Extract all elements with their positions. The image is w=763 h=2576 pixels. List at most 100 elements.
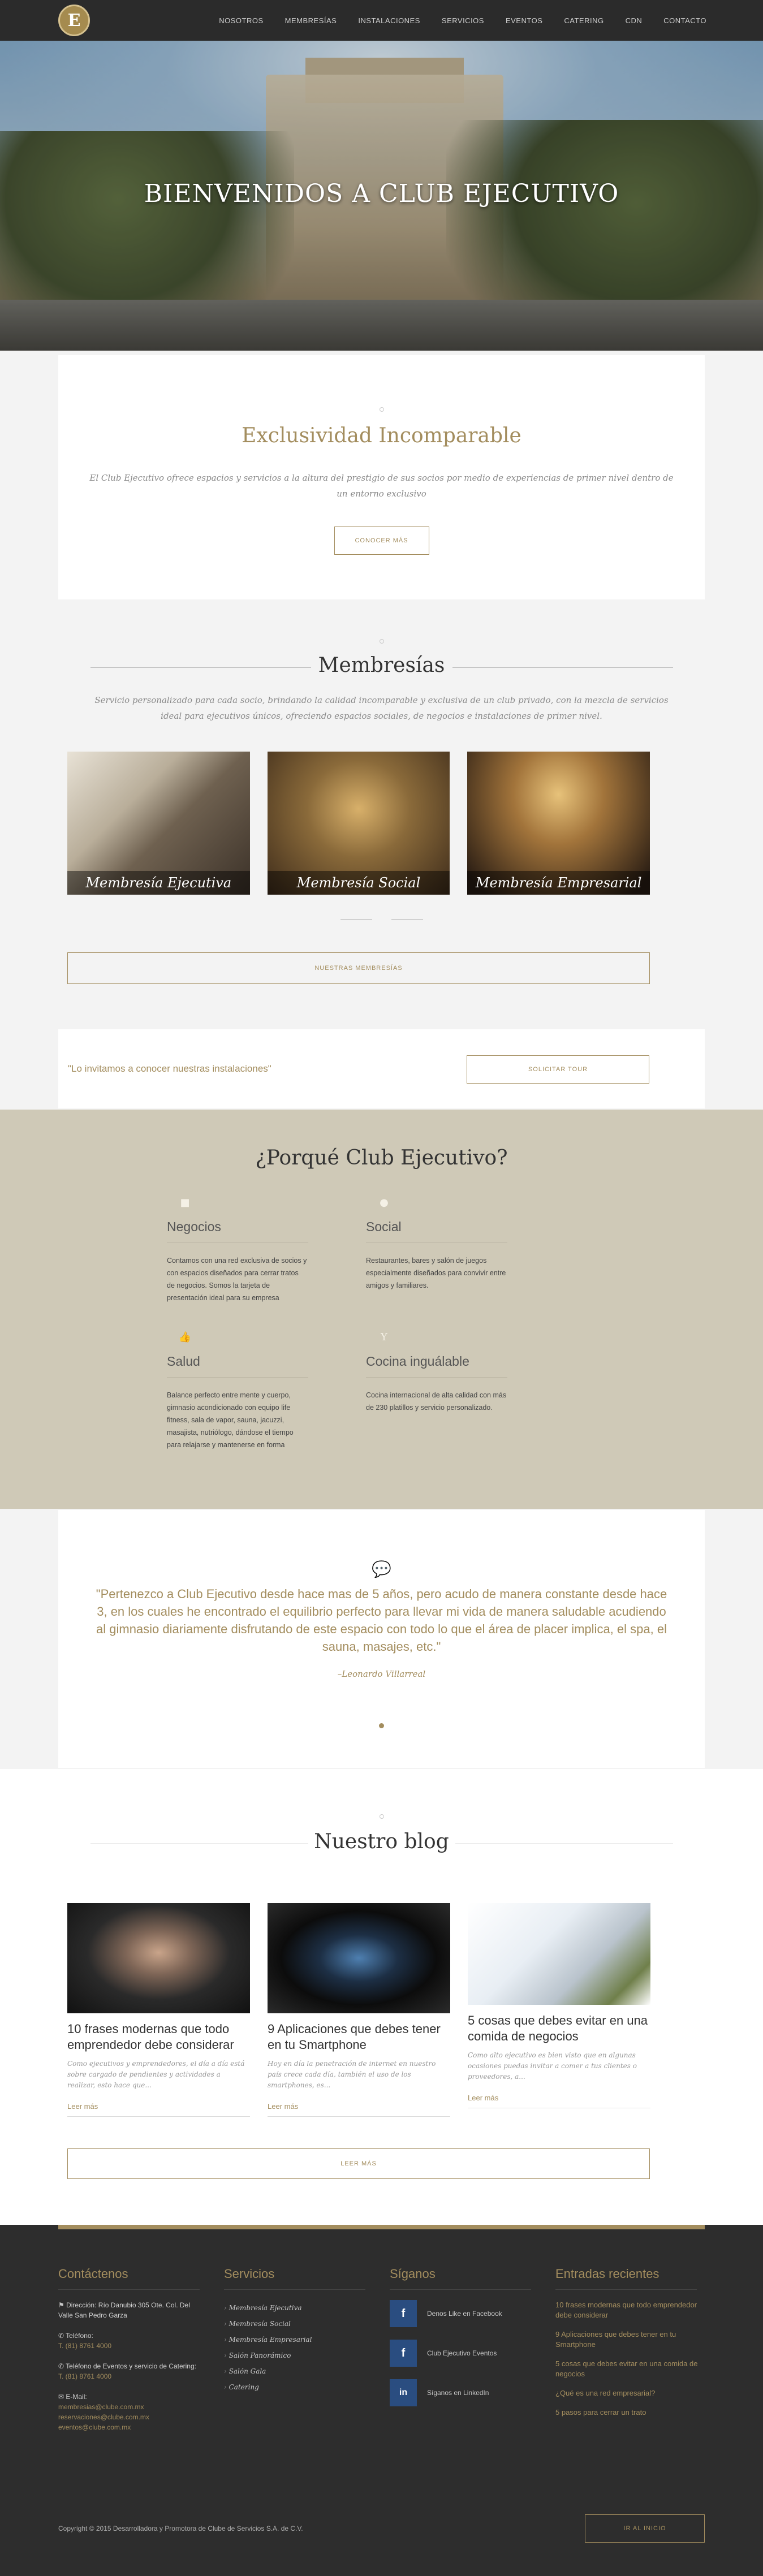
page: E NOSOTROS MEMBRESÍAS INSTALACIONES SERV… <box>0 0 763 2576</box>
services-list: Membresía Ejecutiva Membresía Social Mem… <box>224 2300 365 2395</box>
testimonial-quote: "Pertenezco a Club Ejecutivo desde hace … <box>96 1587 667 1654</box>
social-label: Club Ejecutivo Eventos <box>427 2349 497 2357</box>
solicitar-tour-button[interactable]: SOLICITAR TOUR <box>467 1055 649 1084</box>
hero-banner: BIENVENIDOS A CLUB EJECUTIVO <box>0 41 763 351</box>
card-caption: Membresía Ejecutiva <box>67 871 250 895</box>
feature-social: ● Social Restaurantes, bares y salón de … <box>366 1196 507 1292</box>
feature-negocios: ■ Negocios Contamos con una red exclusiv… <box>167 1196 308 1304</box>
carousel-dot[interactable] <box>379 1723 384 1728</box>
membresias-section: Membresías Servicio personalizado para c… <box>0 601 763 1029</box>
top-navbar: E NOSOTROS MEMBRESÍAS INSTALACIONES SERV… <box>0 0 763 41</box>
arrow-left-icon[interactable] <box>340 919 372 920</box>
email-link[interactable]: reservaciones@clube.com.mx <box>58 2413 149 2421</box>
recent-post-link[interactable]: 10 frases modernas que todo emprendedor … <box>555 2300 705 2320</box>
social-link[interactable]: f Denos Like en Facebook <box>390 2300 531 2327</box>
social-link[interactable]: f Club Ejecutivo Eventos <box>390 2340 531 2367</box>
porque-section: ¿Porqué Club Ejecutivo? ■ Negocios Conta… <box>0 1110 763 1509</box>
blog-post-image[interactable] <box>67 1903 250 2013</box>
nav-eventos[interactable]: EVENTOS <box>506 16 542 25</box>
services-item[interactable]: Membresía Ejecutiva <box>224 2300 365 2316</box>
divider <box>390 2289 531 2290</box>
blog-post: 10 frases modernas que todo emprendedor … <box>67 1903 250 2117</box>
email-link[interactable]: eventos@clube.com.mx <box>58 2423 131 2431</box>
blog-post-title[interactable]: 5 cosas que debes evitar en una comida d… <box>468 2013 650 2044</box>
invite-text: "Lo invitamos a conocer nuestras instala… <box>68 1063 271 1074</box>
card-membresia-ejecutiva[interactable]: Membresía Ejecutiva <box>67 752 250 895</box>
invite-section: "Lo invitamos a conocer nuestras instala… <box>58 1029 705 1108</box>
porque-title: ¿Porqué Club Ejecutivo? <box>255 1146 508 1170</box>
blog-post-title[interactable]: 9 Aplicaciones que debes tener en tu Sma… <box>268 2021 450 2053</box>
blog-post-image[interactable] <box>468 1903 650 2005</box>
read-more-link[interactable]: Leer más <box>468 2094 650 2102</box>
card-membresia-social[interactable]: Membresía Social <box>267 752 450 895</box>
feature-title: Salud <box>167 1354 200 1369</box>
recent-post-link[interactable]: ¿Qué es una red empresarial? <box>555 2388 705 2398</box>
membresias-title-row: Membresías <box>90 654 673 680</box>
nav-catering[interactable]: CATERING <box>564 16 603 25</box>
main-menu: NOSOTROS MEMBRESÍAS INSTALACIONES SERVIC… <box>219 0 706 41</box>
services-item[interactable]: Salón Gala <box>224 2363 365 2379</box>
section-dot <box>379 1814 384 1819</box>
nav-cdn[interactable]: CDN <box>626 16 643 25</box>
nuestras-membresias-button[interactable]: NUESTRAS MEMBRESÍAS <box>67 952 650 984</box>
email-link[interactable]: membresias@clube.com.mx <box>58 2403 144 2411</box>
feature-text: Contamos con una red exclusiva de socios… <box>167 1257 307 1302</box>
events-phone-value[interactable]: T. (81) 8761 4000 <box>58 2372 111 2380</box>
recent-post-link[interactable]: 9 Aplicaciones que debes tener en tu Sma… <box>555 2329 705 2350</box>
divider <box>167 1377 308 1378</box>
blog-post-excerpt: Como alto ejecutivo es bien visto que en… <box>468 2051 637 2081</box>
logo[interactable]: E <box>58 5 90 36</box>
card-membresia-empresarial[interactable]: Membresía Empresarial <box>467 752 650 895</box>
services-item[interactable]: Salón Panorámico <box>224 2348 365 2363</box>
thumbs-up-icon: 👍 <box>178 1331 192 1343</box>
services-item[interactable]: Membresía Social <box>224 2316 365 2332</box>
conocer-mas-button[interactable]: CONOCER MÁS <box>334 527 429 555</box>
blog-post-image[interactable] <box>268 1903 450 2013</box>
footer-contact: Contáctenos ⚑ Dirección: Río Danubio 305… <box>58 2267 200 2443</box>
back-to-top-button[interactable]: IR AL INICIO <box>585 2514 705 2543</box>
read-more-link[interactable]: Leer más <box>67 2102 250 2111</box>
hero-title: BIENVENIDOS A CLUB EJECUTIVO <box>144 179 619 208</box>
nav-servicios[interactable]: SERVICIOS <box>442 16 484 25</box>
phone-value[interactable]: T. (81) 8761 4000 <box>58 2342 111 2350</box>
address-text: Dirección: Río Danubio 305 Ote. Col. Del… <box>58 2301 190 2319</box>
feature-cocina: Y Cocina inguálable Cocina internacional… <box>366 1330 507 1414</box>
services-item[interactable]: Membresía Empresarial <box>224 2332 365 2348</box>
facebook-icon: f <box>390 2340 417 2367</box>
flag-icon: ⚑ <box>58 2301 67 2309</box>
feature-text: Balance perfecto entre mente y cuerpo, g… <box>167 1391 294 1449</box>
footer-email: ✉ E-Mail: membresias@clube.com.mx reserv… <box>58 2392 200 2432</box>
nav-contacto[interactable]: CONTACTO <box>663 16 706 25</box>
services-item[interactable]: Catering <box>224 2379 365 2395</box>
linkedin-icon: in <box>390 2379 417 2406</box>
feature-salud: 👍 Salud Balance perfecto entre mente y c… <box>167 1330 308 1451</box>
read-more-link[interactable]: Leer más <box>268 2102 450 2111</box>
carousel-arrows <box>0 919 763 920</box>
footer-heading: Entradas recientes <box>555 2267 659 2281</box>
divider <box>268 2116 450 2117</box>
exclusividad-title: Exclusividad Incomparable <box>242 424 521 447</box>
footer-heading: Contáctenos <box>58 2267 128 2281</box>
divider <box>58 2289 200 2290</box>
feature-title: Cocina inguálable <box>366 1354 469 1369</box>
nav-nosotros[interactable]: NOSOTROS <box>219 16 263 25</box>
feature-title: Social <box>366 1219 402 1234</box>
nav-instalaciones[interactable]: INSTALACIONES <box>358 16 420 25</box>
social-link[interactable]: in Síganos en LinkedIn <box>390 2379 531 2406</box>
blog-post-excerpt: Como ejecutivos y emprendedores, el día … <box>67 2060 245 2089</box>
divider <box>555 2289 697 2290</box>
feature-text: Cocina internacional de alta calidad con… <box>366 1391 507 1412</box>
recent-post-link[interactable]: 5 cosas que debes evitar en una comida d… <box>555 2359 705 2379</box>
section-dot <box>379 407 384 412</box>
footer-heading: Servicios <box>224 2267 275 2281</box>
facebook-icon: f <box>390 2300 417 2327</box>
phone-icon: ✆ <box>58 2362 66 2370</box>
card-caption: Membresía Empresarial <box>467 871 650 895</box>
arrow-right-icon[interactable] <box>391 919 423 920</box>
nav-membresias[interactable]: MEMBRESÍAS <box>285 16 337 25</box>
leer-mas-button[interactable]: LEER MÁS <box>67 2148 650 2179</box>
blog-post: 9 Aplicaciones que debes tener en tu Sma… <box>268 1903 450 2117</box>
recent-post-link[interactable]: 5 pasos para cerrar un trato <box>555 2407 705 2418</box>
blog-post-title[interactable]: 10 frases modernas que todo emprendedor … <box>67 2021 250 2053</box>
blog-title-row: Nuestro blog <box>90 1830 673 1856</box>
